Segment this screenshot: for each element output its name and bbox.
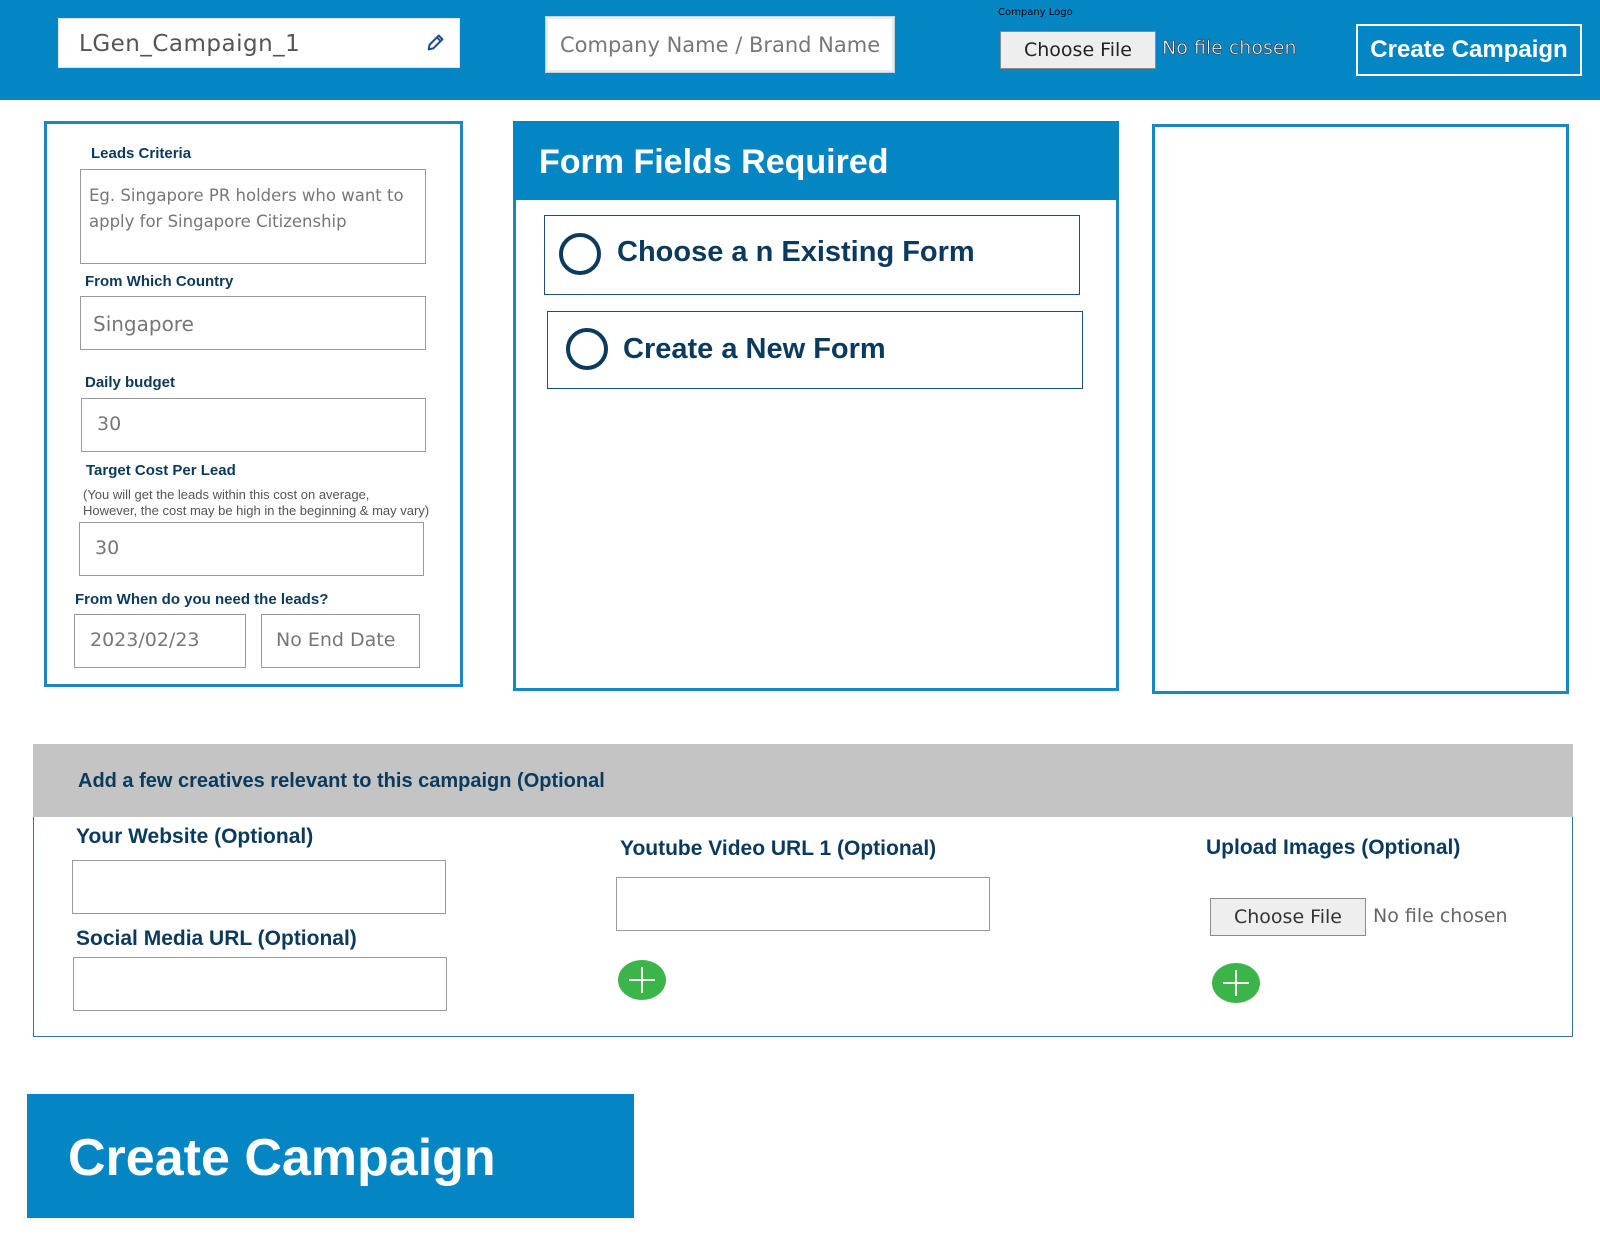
- youtube-url-label: Youtube Video URL 1 (Optional): [620, 837, 937, 860]
- target-cpl-note-line2: However, the cost may be high in the beg…: [83, 503, 430, 518]
- form-fields-panel: [513, 121, 1119, 691]
- radio-new-form[interactable]: [566, 328, 608, 370]
- pencil-icon[interactable]: [425, 31, 447, 53]
- create-campaign-button[interactable]: Create Campaign: [27, 1094, 634, 1218]
- target-cpl-note-line1: (You will get the leads within this cost…: [83, 487, 370, 502]
- create-campaign-label: Create Campaign: [68, 1129, 496, 1187]
- images-no-file-text: No file chosen: [1373, 905, 1508, 927]
- leads-start-label: From When do you need the leads?: [75, 591, 329, 608]
- create-new-form-option[interactable]: Create a New Form: [547, 311, 1083, 389]
- daily-budget-value: 30: [97, 413, 122, 435]
- radio-existing-form[interactable]: [559, 233, 601, 275]
- end-date-value: No End Date: [276, 629, 396, 651]
- target-cpl-value: 30: [95, 537, 120, 559]
- start-date-input[interactable]: 2023/02/23: [74, 614, 246, 668]
- plus-circle-icon[interactable]: [618, 960, 666, 1000]
- target-cpl-input[interactable]: 30: [79, 522, 424, 576]
- company-name-field[interactable]: [545, 16, 895, 73]
- social-media-input[interactable]: [73, 957, 447, 1011]
- preview-panel: [1152, 124, 1569, 694]
- creatives-header-text: Add a few creatives relevant to this cam…: [78, 770, 605, 792]
- upload-images-label: Upload Images (Optional): [1206, 836, 1461, 859]
- form-fields-header: Form Fields Required: [513, 121, 1119, 200]
- daily-budget-label: Daily budget: [85, 374, 176, 391]
- images-choose-file-button[interactable]: Choose File: [1210, 898, 1366, 936]
- logo-choose-file-button[interactable]: Choose File: [1000, 31, 1156, 69]
- country-value: Singapore: [93, 312, 194, 336]
- plus-circle-icon[interactable]: [1212, 963, 1260, 1003]
- start-date-value: 2023/02/23: [90, 629, 200, 651]
- website-input[interactable]: [72, 860, 446, 914]
- country-label: From Which Country: [85, 273, 234, 290]
- campaign-name-field[interactable]: LGen_Campaign_1: [58, 18, 460, 68]
- daily-budget-input[interactable]: 30: [81, 398, 426, 452]
- leads-criteria-label: Leads Criteria: [91, 145, 192, 162]
- choose-existing-form-option[interactable]: Choose a n Existing Form: [544, 215, 1080, 295]
- logo-no-file-text: No file chosen: [1162, 37, 1297, 60]
- company-name-input[interactable]: [548, 19, 892, 70]
- creatives-header-bar: Add a few creatives relevant to this cam…: [33, 744, 1573, 817]
- youtube-url-input[interactable]: [616, 877, 990, 931]
- end-date-input[interactable]: No End Date: [261, 614, 420, 668]
- website-label: Your Website (Optional): [76, 825, 314, 848]
- campaign-name-value: LGen_Campaign_1: [79, 31, 301, 57]
- form-fields-title: Form Fields Required: [539, 143, 889, 181]
- header-create-campaign-button[interactable]: Create Campaign: [1356, 24, 1582, 76]
- create-new-form-label: Create a New Form: [623, 333, 886, 365]
- leads-criteria-textarea[interactable]: Eg. Singapore PR holders who want to app…: [80, 169, 426, 264]
- social-media-label: Social Media URL (Optional): [76, 927, 357, 950]
- company-logo-label: Company Logo: [998, 7, 1073, 18]
- target-cpl-label: Target Cost Per Lead: [86, 462, 236, 479]
- leads-criteria-placeholder: Eg. Singapore PR holders who want to app…: [89, 186, 404, 231]
- country-input[interactable]: Singapore: [80, 296, 426, 350]
- choose-existing-form-label: Choose a n Existing Form: [617, 236, 975, 268]
